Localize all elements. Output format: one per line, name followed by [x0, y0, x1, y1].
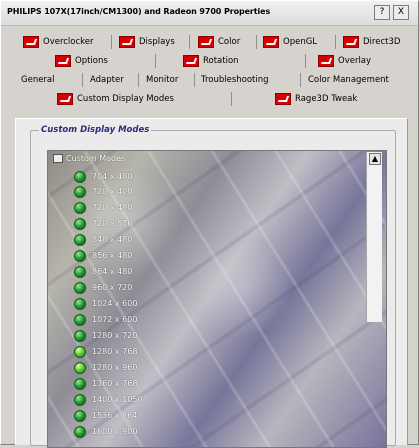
mode-item[interactable]: 856 x 480 — [74, 248, 132, 263]
vertical-scrollbar[interactable]: ▲ — [366, 152, 382, 322]
mode-item[interactable]: 720 x 400 — [74, 184, 132, 199]
folder-icon — [53, 154, 63, 163]
tab-row-1: Overclocker Displays Color OpenGL Direct… — [13, 34, 411, 50]
tab-general[interactable]: General — [21, 72, 55, 88]
tab-separator — [231, 92, 232, 106]
green-status-dot-icon — [74, 361, 86, 374]
red-display-icon — [23, 36, 39, 48]
green-status-dot-icon — [74, 281, 86, 294]
tab-separator — [138, 73, 139, 87]
tab-separator — [111, 35, 112, 49]
mode-item[interactable]: 1600 x 900 — [74, 424, 137, 439]
red-display-icon — [183, 55, 199, 67]
green-status-dot-icon — [74, 329, 86, 342]
tab-separator — [194, 73, 195, 87]
window-title: PHILIPS 107X(17inch/CM1300) and Radeon 9… — [7, 7, 271, 16]
tab-color-management[interactable]: Color Management — [308, 72, 389, 88]
mode-item[interactable]: 848 x 480 — [74, 232, 132, 247]
tab-separator — [335, 35, 336, 49]
properties-window: PHILIPS 107X(17inch/CM1300) and Radeon 9… — [0, 0, 419, 448]
red-display-icon — [198, 36, 214, 48]
tab-rage3d-tweak[interactable]: Rage3D Tweak — [275, 91, 357, 107]
green-status-dot-icon — [74, 249, 86, 262]
green-status-dot-icon — [74, 217, 86, 230]
mode-item[interactable]: 1280 x 960 — [74, 360, 137, 375]
tab-separator — [189, 35, 190, 49]
tab-adapter[interactable]: Adapter — [90, 72, 124, 88]
tab-options[interactable]: Options — [55, 53, 108, 69]
mode-item[interactable]: 960 x 720 — [74, 280, 132, 295]
tab-displays[interactable]: Displays — [119, 34, 175, 50]
green-status-dot-icon — [74, 313, 86, 326]
tab-separator — [82, 73, 83, 87]
green-status-dot-icon — [74, 233, 86, 246]
green-status-dot-icon — [74, 393, 86, 406]
tab-separator — [300, 73, 301, 87]
red-display-icon — [119, 36, 135, 48]
mode-item[interactable]: 720 x 480 — [74, 200, 132, 215]
red-display-icon — [57, 93, 73, 105]
tab-separator — [305, 54, 306, 68]
red-display-icon — [55, 55, 71, 67]
mode-item[interactable]: 1280 x 768 — [74, 344, 137, 359]
scroll-up-arrow-icon[interactable]: ▲ — [369, 153, 381, 165]
tab-custom-display-modes[interactable]: Custom Display Modes — [57, 91, 174, 107]
red-display-icon — [343, 36, 359, 48]
mode-item[interactable]: 1072 x 600 — [74, 312, 137, 327]
mode-item[interactable]: 1024 x 600 — [74, 296, 137, 311]
mode-item[interactable]: 1536 x 864 — [74, 408, 137, 423]
mode-item[interactable]: 720 x 576 — [74, 216, 132, 231]
tab-rotation[interactable]: Rotation — [183, 53, 239, 69]
mode-item[interactable]: 864 x 480 — [74, 264, 132, 279]
tab-row-3: General Adapter Monitor Troubleshooting … — [13, 72, 411, 88]
close-button[interactable]: X — [393, 5, 409, 20]
green-status-dot-icon — [74, 345, 86, 358]
tab-row-2: Options Rotation Overlay — [13, 53, 411, 69]
group-title: Custom Display Modes — [39, 125, 152, 135]
red-display-icon — [263, 36, 279, 48]
red-display-icon — [318, 55, 334, 67]
custom-modes-header[interactable]: Custom Modes — [53, 154, 125, 163]
green-status-dot-icon — [74, 170, 86, 183]
mode-item[interactable]: 704 x 480 — [74, 169, 132, 184]
title-bar: PHILIPS 107X(17inch/CM1300) and Radeon 9… — [1, 1, 418, 26]
mode-item[interactable]: 1360 x 768 — [74, 376, 137, 391]
tab-color[interactable]: Color — [198, 34, 240, 50]
mode-item[interactable]: 1280 x 720 — [74, 328, 137, 343]
green-status-dot-icon — [74, 425, 86, 438]
green-status-dot-icon — [74, 201, 86, 214]
green-status-dot-icon — [74, 265, 86, 278]
tab-opengl[interactable]: OpenGL — [263, 34, 317, 50]
tab-overclocker[interactable]: Overclocker — [23, 34, 94, 50]
tab-row-4: Custom Display Modes Rage3D Tweak — [13, 91, 411, 107]
green-status-dot-icon — [74, 297, 86, 310]
tab-troubleshooting[interactable]: Troubleshooting — [201, 72, 269, 88]
custom-modes-list[interactable]: Custom Modes 704 x 480 720 x 400 720 x 4… — [47, 150, 387, 448]
help-button[interactable]: ? — [374, 5, 390, 20]
tab-direct3d[interactable]: Direct3D — [343, 34, 400, 50]
green-status-dot-icon — [74, 409, 86, 422]
green-status-dot-icon — [74, 185, 86, 198]
tab-monitor[interactable]: Monitor — [146, 72, 178, 88]
green-status-dot-icon — [74, 377, 86, 390]
mode-item[interactable]: 1400 x 1050 — [74, 392, 143, 407]
tab-separator — [256, 35, 257, 49]
tab-separator — [155, 54, 156, 68]
tab-overlay[interactable]: Overlay — [318, 53, 371, 69]
red-display-icon — [275, 93, 291, 105]
